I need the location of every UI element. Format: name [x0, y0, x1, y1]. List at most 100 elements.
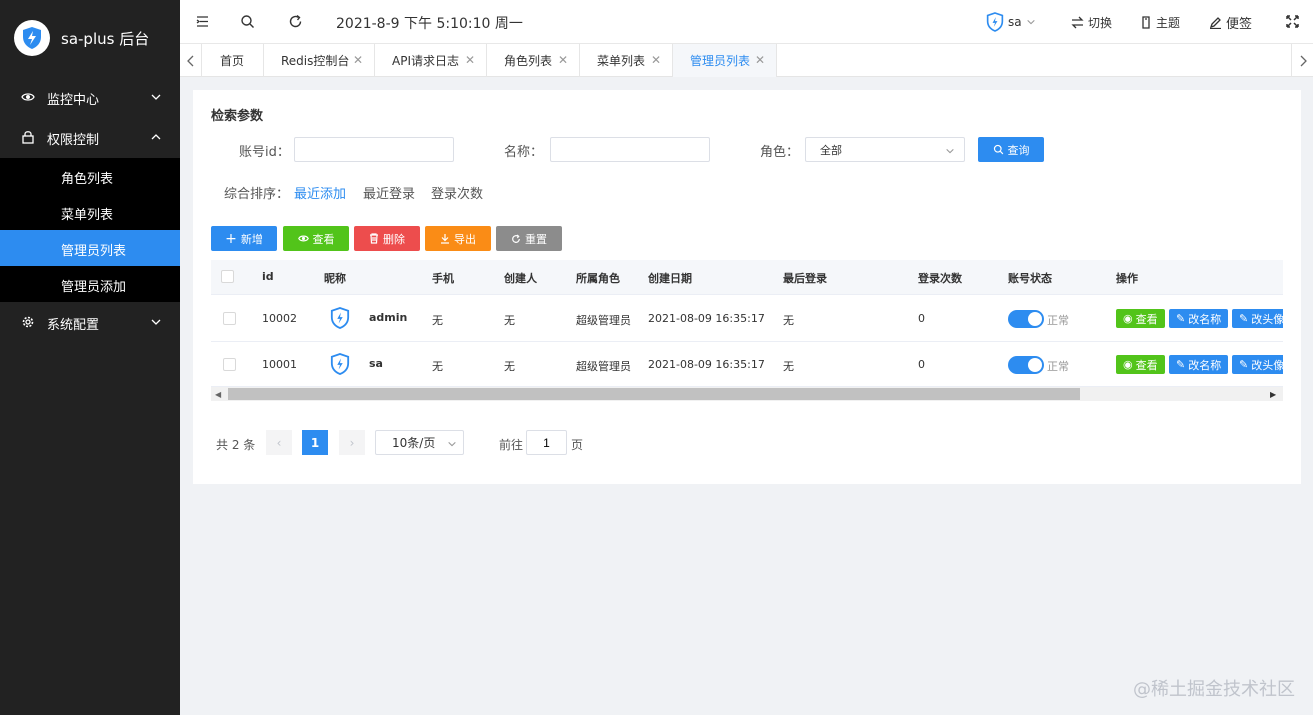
- rename-label: 改名称: [1188, 312, 1222, 326]
- cell-last-login: 无: [783, 314, 794, 327]
- theme-label: 主题: [1156, 16, 1181, 30]
- user-menu[interactable]: sa: [986, 12, 1036, 32]
- submenu-role-list-label: 角色列表: [61, 172, 114, 187]
- row-view-button[interactable]: ◉ 查看: [1116, 309, 1165, 328]
- tab-label: Redis控制台: [281, 54, 350, 68]
- rename-button[interactable]: ✎ 改名称: [1169, 309, 1228, 328]
- tab-role-list[interactable]: 角色列表 ✕: [487, 44, 580, 77]
- chevron-down-icon: [946, 148, 954, 154]
- scrollbar-thumb[interactable]: [228, 388, 1080, 400]
- export-label: 导出: [454, 232, 476, 246]
- row-view-label: 查看: [1135, 312, 1158, 326]
- row-view-button[interactable]: ◉ 查看: [1116, 355, 1165, 374]
- export-button[interactable]: 导出: [425, 226, 491, 251]
- switch-icon: [1071, 16, 1084, 29]
- avatar[interactable]: [330, 307, 350, 329]
- download-icon: [441, 234, 449, 244]
- menu-fold-icon[interactable]: [195, 14, 210, 29]
- header-created: 创建日期: [648, 272, 692, 285]
- pagination-total: 共 2 条: [216, 438, 256, 452]
- name-input[interactable]: [550, 137, 710, 162]
- change-avatar-label: 改头像: [1251, 312, 1283, 326]
- goto-page-input[interactable]: [526, 430, 567, 455]
- tab-api-log[interactable]: API请求日志 ✕: [375, 44, 487, 77]
- table-row[interactable]: 10002 admin 无 无 超级管理员 2021-08-09 16:35:1…: [211, 295, 1283, 342]
- change-avatar-button[interactable]: ✎ 改头像: [1232, 355, 1283, 374]
- row-checkbox[interactable]: [223, 358, 236, 371]
- submenu-admin-add[interactable]: 管理员添加: [0, 266, 180, 302]
- status-switch[interactable]: [1008, 356, 1044, 374]
- search-title: 检索参数: [211, 109, 264, 124]
- search-icon[interactable]: [240, 14, 255, 29]
- cell-created: 2021-08-09 16:35:17: [648, 358, 765, 371]
- submenu-role-list[interactable]: 角色列表: [0, 158, 180, 194]
- tab-home[interactable]: 首页: [203, 44, 264, 77]
- account-id-input[interactable]: [294, 137, 454, 162]
- account-id-label: 账号id：: [239, 145, 290, 160]
- role-select[interactable]: 全部: [805, 137, 965, 162]
- cell-login-count: 0: [918, 358, 925, 371]
- row-checkbox[interactable]: [223, 312, 236, 325]
- fullscreen-icon[interactable]: [1285, 14, 1300, 29]
- sort-recent-login[interactable]: 最近登录: [363, 183, 415, 202]
- scroll-right-icon[interactable]: ▶: [1270, 390, 1276, 399]
- switch-button[interactable]: 切换: [1071, 14, 1112, 31]
- avatar[interactable]: [330, 353, 350, 375]
- chevron-down-icon: [151, 94, 161, 100]
- theme-button[interactable]: 主题: [1140, 14, 1180, 31]
- close-icon[interactable]: ✕: [651, 53, 661, 67]
- header-role: 所属角色: [576, 272, 620, 285]
- edit-icon: ✎: [1176, 358, 1186, 371]
- tab-menu-list[interactable]: 菜单列表 ✕: [580, 44, 673, 77]
- logo: [14, 20, 50, 56]
- submenu-admin-list[interactable]: 管理员列表: [0, 230, 180, 266]
- sort-recent-added[interactable]: 最近添加: [294, 183, 346, 202]
- submenu-menu-list[interactable]: 菜单列表: [0, 194, 180, 230]
- close-icon[interactable]: ✕: [465, 53, 475, 67]
- user-name: sa: [1008, 15, 1022, 29]
- trash-icon: [370, 233, 378, 244]
- role-select-value: 全部: [820, 143, 842, 157]
- page-number[interactable]: 1: [302, 430, 328, 455]
- eye-icon: ◉: [1123, 358, 1133, 371]
- menu-monitor[interactable]: 监控中心: [0, 79, 180, 115]
- close-icon[interactable]: ✕: [558, 53, 568, 67]
- menu-permission[interactable]: 权限控制: [0, 119, 180, 155]
- change-avatar-button[interactable]: ✎ 改头像: [1232, 309, 1283, 328]
- close-icon[interactable]: ✕: [353, 53, 363, 67]
- query-button[interactable]: 查询: [978, 137, 1044, 162]
- tab-scroll-right-button[interactable]: [1291, 44, 1313, 77]
- note-button[interactable]: 便签: [1209, 13, 1252, 32]
- reset-button[interactable]: 重置: [496, 226, 562, 251]
- header-id: id: [262, 270, 274, 283]
- page-size-select[interactable]: 10条/页: [375, 430, 464, 455]
- next-page-button[interactable]: ›: [339, 430, 365, 455]
- topbar: 2021-8-9 下午 5:10:10 周一 sa 切换 主题 便签: [180, 0, 1313, 44]
- view-button[interactable]: 查看: [283, 226, 349, 251]
- status-text: 正常: [1047, 360, 1069, 373]
- close-icon[interactable]: ✕: [755, 53, 765, 67]
- tab-label: 首页: [220, 54, 245, 68]
- select-all-checkbox[interactable]: [221, 270, 234, 283]
- rename-button[interactable]: ✎ 改名称: [1169, 355, 1228, 374]
- tab-scroll-left-button[interactable]: [180, 44, 202, 77]
- refresh-icon[interactable]: [288, 14, 303, 29]
- scroll-left-icon[interactable]: ◀: [215, 390, 221, 399]
- horizontal-scrollbar[interactable]: ◀ ▶: [211, 387, 1283, 401]
- note-label: 便签: [1226, 17, 1253, 32]
- delete-button[interactable]: 删除: [354, 226, 420, 251]
- table-row[interactable]: 10001 sa 无 无 超级管理员 2021-08-09 16:35:17 无…: [211, 342, 1283, 387]
- menu-system[interactable]: 系统配置: [0, 304, 180, 340]
- tab-redis[interactable]: Redis控制台 ✕: [264, 44, 375, 77]
- sort-login-count[interactable]: 登录次数: [431, 183, 483, 202]
- query-label: 查询: [1007, 143, 1030, 157]
- status-switch[interactable]: [1008, 310, 1044, 328]
- header-last-login: 最后登录: [783, 272, 827, 285]
- add-button[interactable]: + 新增: [211, 226, 277, 251]
- tab-admin-list[interactable]: 管理员列表 ✕: [673, 44, 777, 77]
- delete-label: 删除: [383, 232, 405, 246]
- header-creator: 创建人: [504, 272, 537, 285]
- prev-page-button[interactable]: ‹: [266, 430, 292, 455]
- shield-logo-icon: [23, 27, 41, 49]
- edit-icon: [1209, 17, 1221, 29]
